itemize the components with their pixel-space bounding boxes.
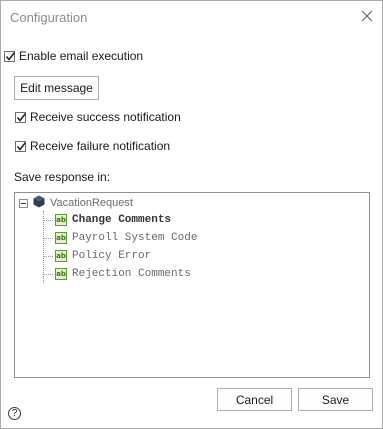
ab-field-icon: ab [55,268,67,280]
close-icon[interactable] [358,7,376,25]
tree-item-policy-error[interactable]: ab Policy Error [43,249,151,263]
tree-item-payroll-system-code[interactable]: ab Payroll System Code [43,231,197,245]
success-notification-checkbox[interactable]: Receive success notification [15,110,181,124]
enable-email-label: Enable email execution [19,49,144,63]
checkbox-check-icon[interactable] [15,140,27,152]
tree-item-rejection-comments[interactable]: ab Rejection Comments [43,267,191,281]
checkbox-check-icon[interactable] [4,50,16,62]
tree-item-label[interactable]: Payroll System Code [72,232,197,244]
failure-notification-checkbox[interactable]: Receive failure notification [15,139,170,153]
success-notification-label: Receive success notification [30,110,181,124]
failure-notification-label: Receive failure notification [30,139,171,153]
dialog-title: Configuration [10,10,88,25]
tree-connector [43,255,53,257]
help-icon[interactable]: ? [8,407,21,420]
enable-email-checkbox[interactable]: Enable email execution [4,49,143,63]
ab-field-icon: ab [55,214,67,226]
tree-connector [43,219,53,221]
collapse-icon[interactable] [19,198,28,208]
tree-root-vacation-request[interactable]: VacationRequest [19,195,133,211]
tree-item-label[interactable]: Change Comments [72,214,171,226]
tree-item-label[interactable]: Rejection Comments [72,268,191,280]
tree-connector [43,273,53,275]
tree-root-label: VacationRequest [50,197,133,209]
tree-item-label[interactable]: Policy Error [72,250,151,262]
save-button[interactable]: Save [298,388,373,411]
save-response-heading: Save response in: [14,170,111,184]
checkbox-check-icon[interactable] [15,111,27,123]
ab-field-icon: ab [55,250,67,262]
tree-item-change-comments[interactable]: ab Change Comments [43,213,171,227]
cancel-button[interactable]: Cancel [217,388,292,411]
ab-field-icon: ab [55,232,67,244]
cube-icon [33,195,45,211]
tree-connector [43,237,53,239]
configuration-dialog: Configuration Enable email execution Edi… [0,0,383,429]
response-tree[interactable]: VacationRequest ab Change Comments ab Pa… [14,192,370,378]
edit-message-button[interactable]: Edit message [14,76,99,100]
